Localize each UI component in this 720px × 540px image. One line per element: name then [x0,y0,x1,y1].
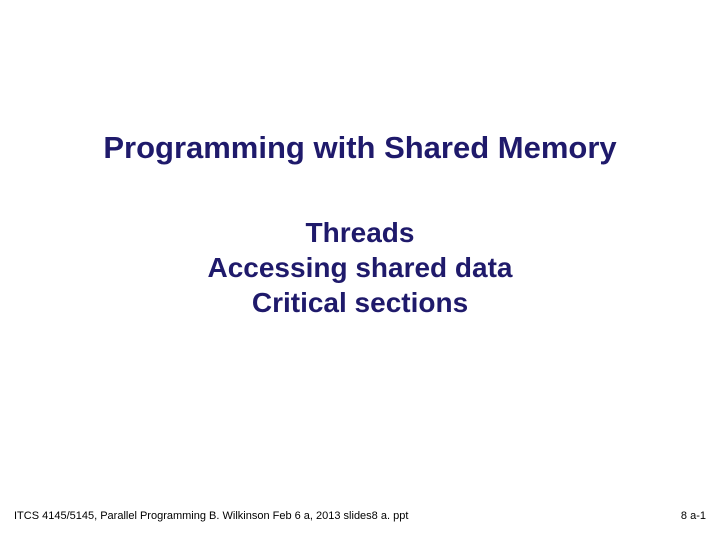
slide-subtitle: Threads Accessing shared data Critical s… [0,215,720,320]
slide-number: 8 a-1 [681,510,706,522]
subtitle-line-3: Critical sections [0,285,720,320]
slide: Programming with Shared Memory Threads A… [0,0,720,540]
subtitle-line-1: Threads [0,215,720,250]
slide-title: Programming with Shared Memory [0,130,720,166]
footer-left: ITCS 4145/5145, Parallel Programming B. … [14,510,408,522]
subtitle-line-2: Accessing shared data [0,250,720,285]
